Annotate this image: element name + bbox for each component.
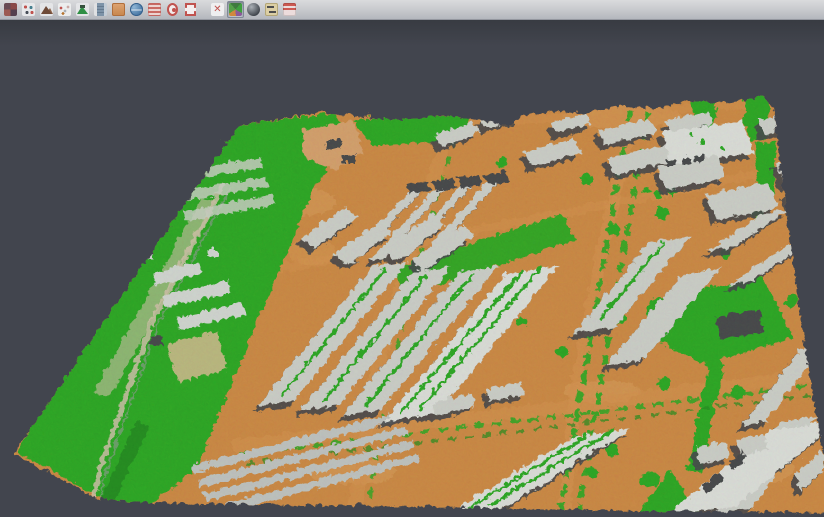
target-icon <box>167 3 178 16</box>
red-stripes-button[interactable] <box>281 1 298 18</box>
raster-tiles-icon <box>4 3 17 16</box>
red-stripes-icon <box>283 3 296 16</box>
measure-xy-button[interactable] <box>263 1 280 18</box>
ruler-button[interactable] <box>92 1 109 18</box>
classification-palette-button[interactable] <box>227 1 244 18</box>
globe-button[interactable] <box>128 1 145 18</box>
orange-swatch-icon <box>112 3 125 16</box>
app-window <box>0 0 824 517</box>
vegetation-hill-icon <box>76 3 89 16</box>
point-cloud-scene <box>0 0 824 517</box>
toolbar <box>0 0 824 20</box>
raster-tiles-button[interactable] <box>2 1 19 18</box>
speckle-noise-layer <box>0 85 824 517</box>
measure-xy-icon <box>265 3 278 16</box>
sphere-icon <box>247 3 260 16</box>
terrain-hill-button[interactable] <box>38 1 55 18</box>
point-grid-icon <box>58 3 71 16</box>
scatter-points-button[interactable] <box>20 1 37 18</box>
globe-icon <box>130 3 143 16</box>
selection-box-icon <box>185 3 196 16</box>
viewport-3d[interactable] <box>0 20 824 517</box>
selection-box-button[interactable] <box>182 1 199 18</box>
red-list-button[interactable] <box>146 1 163 18</box>
vegetation-hill-button[interactable] <box>74 1 91 18</box>
target-button[interactable] <box>164 1 181 18</box>
orange-swatch-button[interactable] <box>110 1 127 18</box>
terrain-hill-icon <box>40 3 53 16</box>
ruler-icon <box>94 3 107 16</box>
toolbar-separator <box>200 1 208 18</box>
red-cross-icon <box>211 3 224 16</box>
scatter-points-icon <box>22 3 35 16</box>
point-grid-button[interactable] <box>56 1 73 18</box>
terrain-mesh <box>0 80 824 517</box>
red-cross-button[interactable] <box>209 1 226 18</box>
red-list-icon <box>148 3 161 16</box>
classification-palette-icon <box>229 3 242 16</box>
sphere-button[interactable] <box>245 1 262 18</box>
